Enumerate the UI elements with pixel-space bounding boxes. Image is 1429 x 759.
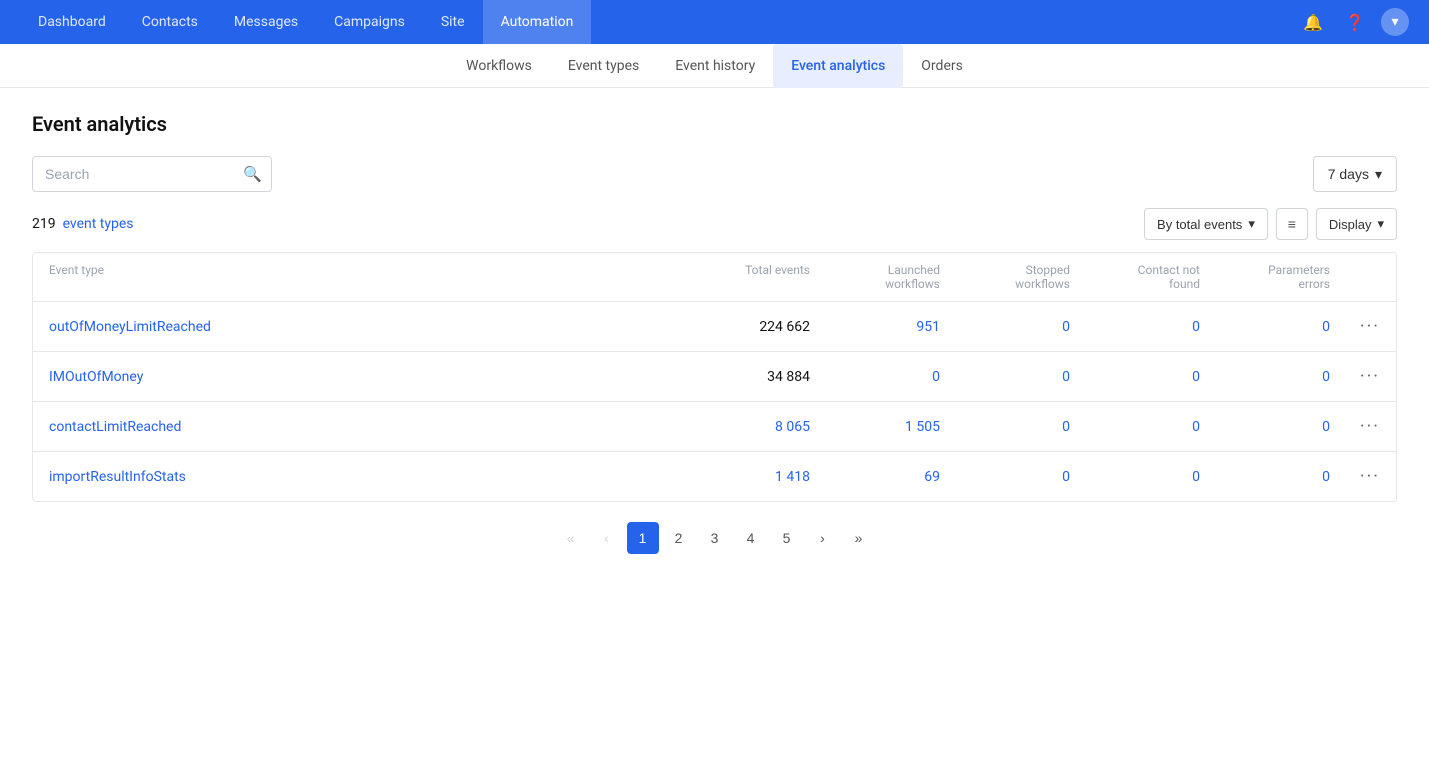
stopped-workflows-3: 0 bbox=[940, 469, 1070, 485]
col-header-contact-not-found: Contact notfound bbox=[1070, 263, 1200, 291]
sort-chevron-icon: ▾ bbox=[1248, 216, 1255, 232]
toolbar: 🔍 7 days ▾ bbox=[32, 156, 1397, 192]
pagination-first[interactable]: « bbox=[555, 522, 587, 554]
parameters-errors-2: 0 bbox=[1200, 419, 1330, 435]
subnav-event-history[interactable]: Event history bbox=[657, 44, 773, 88]
nav-contacts[interactable]: Contacts bbox=[124, 0, 216, 44]
stopped-workflows-1: 0 bbox=[940, 369, 1070, 385]
main-content: Event analytics 🔍 7 days ▾ 219 event typ… bbox=[0, 88, 1429, 578]
parameters-errors-3: 0 bbox=[1200, 469, 1330, 485]
launched-workflows-2: 1 505 bbox=[810, 419, 940, 435]
col-header-event-type: Event type bbox=[49, 263, 680, 291]
table-row: IMOutOfMoney 34 884 0 0 0 0 ··· bbox=[33, 352, 1396, 402]
parameters-errors-0: 0 bbox=[1200, 319, 1330, 335]
chevron-down-icon: ▾ bbox=[1375, 166, 1382, 183]
display-label: Display bbox=[1329, 217, 1372, 232]
search-icon[interactable]: 🔍 bbox=[243, 165, 262, 183]
event-name-1[interactable]: IMOutOfMoney bbox=[49, 369, 680, 385]
parameters-errors-1: 0 bbox=[1200, 369, 1330, 385]
pagination-page-4[interactable]: 4 bbox=[735, 522, 767, 554]
pagination-page-1[interactable]: 1 bbox=[627, 522, 659, 554]
pagination-page-5[interactable]: 5 bbox=[771, 522, 803, 554]
nav-messages[interactable]: Messages bbox=[216, 0, 316, 44]
page-title: Event analytics bbox=[32, 112, 1397, 136]
nav-automation[interactable]: Automation bbox=[483, 0, 592, 44]
table-row: contactLimitReached 8 065 1 505 0 0 0 ··… bbox=[33, 402, 1396, 452]
total-events-2: 8 065 bbox=[680, 419, 810, 435]
launched-workflows-1: 0 bbox=[810, 369, 940, 385]
launched-workflows-0: 951 bbox=[810, 319, 940, 335]
pagination: « ‹ 1 2 3 4 5 › » bbox=[32, 522, 1397, 554]
nav-site[interactable]: Site bbox=[423, 0, 483, 44]
total-events-1: 34 884 bbox=[680, 369, 810, 385]
help-icon[interactable]: ❓ bbox=[1339, 6, 1371, 38]
sort-label: By total events bbox=[1157, 217, 1242, 232]
sort-button[interactable]: By total events ▾ bbox=[1144, 208, 1268, 240]
nav-dashboard[interactable]: Dashboard bbox=[20, 0, 124, 44]
col-header-parameters-errors: Parameterserrors bbox=[1200, 263, 1330, 291]
subnav-orders[interactable]: Orders bbox=[903, 44, 981, 88]
search-wrapper: 🔍 bbox=[32, 156, 272, 192]
row-more-button[interactable]: ··· bbox=[1330, 466, 1380, 487]
contact-not-found-1: 0 bbox=[1070, 369, 1200, 385]
filter-lines-icon: ≡ bbox=[1288, 216, 1296, 233]
launched-workflows-3: 69 bbox=[810, 469, 940, 485]
table-row: importResultInfoStats 1 418 69 0 0 0 ··· bbox=[33, 452, 1396, 501]
top-navigation: Dashboard Contacts Messages Campaigns Si… bbox=[0, 0, 1429, 44]
event-count: 219 event types bbox=[32, 216, 134, 232]
stopped-workflows-2: 0 bbox=[940, 419, 1070, 435]
pagination-last[interactable]: » bbox=[843, 522, 875, 554]
event-name-3[interactable]: importResultInfoStats bbox=[49, 469, 680, 485]
nav-campaigns[interactable]: Campaigns bbox=[316, 0, 423, 44]
filter-icon-button[interactable]: ≡ bbox=[1276, 208, 1308, 240]
col-header-total-events: Total events bbox=[680, 263, 810, 291]
col-header-launched-workflows: Launchedworkflows bbox=[810, 263, 940, 291]
pagination-page-3[interactable]: 3 bbox=[699, 522, 731, 554]
contact-not-found-0: 0 bbox=[1070, 319, 1200, 335]
search-input[interactable] bbox=[32, 156, 272, 192]
pagination-page-2[interactable]: 2 bbox=[663, 522, 695, 554]
display-chevron-icon: ▾ bbox=[1377, 216, 1384, 232]
table-header: Event type Total events Launchedworkflow… bbox=[33, 253, 1396, 302]
sub-navigation: Workflows Event types Event history Even… bbox=[0, 44, 1429, 88]
subnav-event-analytics[interactable]: Event analytics bbox=[773, 44, 903, 88]
stopped-workflows-0: 0 bbox=[940, 319, 1070, 335]
row-more-button[interactable]: ··· bbox=[1330, 366, 1380, 387]
events-table: Event type Total events Launchedworkflow… bbox=[32, 252, 1397, 502]
days-filter-button[interactable]: 7 days ▾ bbox=[1313, 156, 1397, 192]
event-name-0[interactable]: outOfMoneyLimitReached bbox=[49, 319, 680, 335]
total-events-3: 1 418 bbox=[680, 469, 810, 485]
total-events-0: 224 662 bbox=[680, 319, 810, 335]
row-more-button[interactable]: ··· bbox=[1330, 416, 1380, 437]
col-header-stopped-workflows: Stoppedworkflows bbox=[940, 263, 1070, 291]
event-name-2[interactable]: contactLimitReached bbox=[49, 419, 680, 435]
table-row: outOfMoneyLimitReached 224 662 951 0 0 0… bbox=[33, 302, 1396, 352]
pagination-next[interactable]: › bbox=[807, 522, 839, 554]
days-filter-label: 7 days bbox=[1328, 166, 1369, 182]
notifications-icon[interactable]: 🔔 bbox=[1297, 6, 1329, 38]
stats-row: 219 event types By total events ▾ ≡ Disp… bbox=[32, 208, 1397, 240]
row-more-button[interactable]: ··· bbox=[1330, 316, 1380, 337]
contact-not-found-2: 0 bbox=[1070, 419, 1200, 435]
contact-not-found-3: 0 bbox=[1070, 469, 1200, 485]
event-count-number: 219 bbox=[32, 216, 56, 232]
event-types-link[interactable]: event types bbox=[63, 216, 134, 232]
pagination-prev[interactable]: ‹ bbox=[591, 522, 623, 554]
subnav-event-types[interactable]: Event types bbox=[550, 44, 657, 88]
display-button[interactable]: Display ▾ bbox=[1316, 208, 1397, 240]
subnav-workflows[interactable]: Workflows bbox=[448, 44, 550, 88]
user-menu[interactable]: ▾ bbox=[1381, 8, 1409, 36]
